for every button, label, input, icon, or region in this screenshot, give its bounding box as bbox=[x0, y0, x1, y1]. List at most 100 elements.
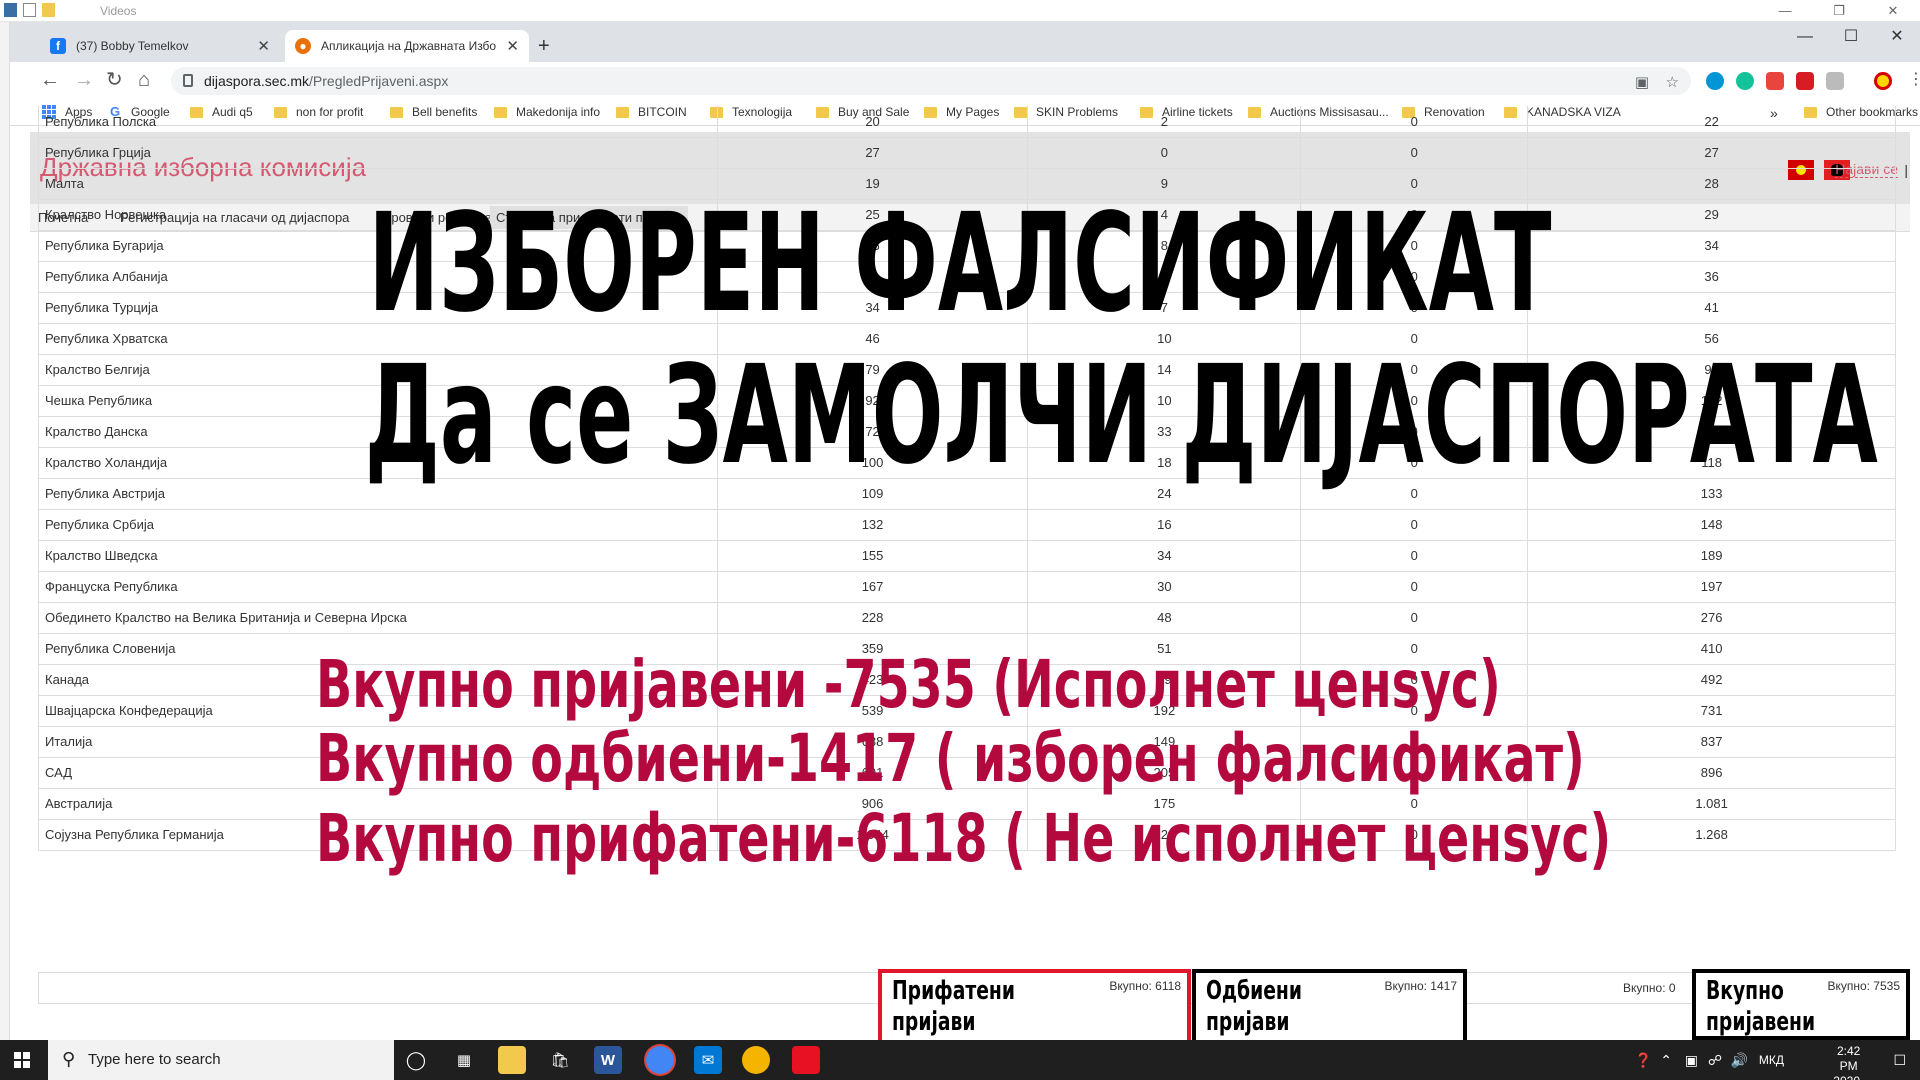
count-cell: 27 bbox=[717, 137, 1029, 169]
properties-icon[interactable] bbox=[23, 3, 36, 17]
minimize-icon[interactable]: — bbox=[1782, 22, 1828, 52]
count-cell: 2 bbox=[1027, 106, 1302, 138]
tab-bar: f (37) Bobby Temelkov ✕ ● Апликација на … bbox=[10, 22, 1920, 62]
table-row: Република Србија 132 16 0 148 bbox=[38, 509, 1896, 541]
translate-icon[interactable]: ▣ bbox=[1635, 73, 1649, 91]
close-tab-icon[interactable]: ✕ bbox=[506, 37, 519, 55]
explorer-sidebar-edge bbox=[0, 22, 10, 1040]
app-icon[interactable] bbox=[792, 1046, 820, 1074]
restore-icon[interactable]: ❐ bbox=[1812, 0, 1866, 22]
windows-taskbar: ⚲ Type here to search ◯ ▦ 🛍 W ✉ ❓ ⌃ ▣ ☍ … bbox=[0, 1040, 1920, 1080]
menu-dots-icon[interactable]: ⋮ bbox=[1908, 70, 1920, 90]
count-cell: 189 bbox=[1527, 540, 1896, 572]
close-icon[interactable]: ✕ bbox=[1866, 0, 1920, 22]
store-icon[interactable]: 🛍 bbox=[546, 1046, 574, 1074]
clock-date: 2020-03-13 bbox=[1833, 1074, 1864, 1080]
explorer-window-title: Videos bbox=[100, 4, 137, 18]
search-icon: ⚲ bbox=[62, 1049, 76, 1069]
search-placeholder: Type here to search bbox=[88, 1051, 221, 1068]
facebook-icon: f bbox=[50, 38, 66, 54]
count-cell: 0 bbox=[1300, 602, 1529, 634]
notifications-icon[interactable]: ☐ bbox=[1893, 1052, 1906, 1069]
mail-icon[interactable]: ✉ bbox=[694, 1046, 722, 1074]
lock-icon[interactable] bbox=[183, 74, 193, 87]
chrome-icon[interactable] bbox=[646, 1046, 674, 1074]
count-cell: 167 bbox=[717, 571, 1029, 603]
back-icon[interactable]: ← bbox=[40, 70, 60, 90]
country-cell: Република Грција bbox=[38, 137, 718, 169]
browser-window-controls: — ☐ ✕ bbox=[1782, 22, 1920, 52]
overlay-headline-1: ИЗБОРЕН ФАЛСИФИКАТ bbox=[368, 185, 1552, 343]
profile-avatar[interactable] bbox=[1874, 72, 1892, 90]
count-cell: 0 bbox=[1300, 137, 1529, 169]
cortana-icon[interactable]: ◯ bbox=[402, 1046, 430, 1074]
hp-extension-icon[interactable] bbox=[1706, 72, 1724, 90]
address-bar[interactable]: dijaspora.sec.mk/PregledPrijaveni.aspx ▣… bbox=[171, 67, 1691, 95]
home-icon[interactable]: ⌂ bbox=[138, 70, 150, 90]
extension-icon[interactable] bbox=[1766, 72, 1784, 90]
rejected-total-box: Одбиени пријави Вкупно: 1417 bbox=[1192, 969, 1467, 1045]
count-cell: 20 bbox=[717, 106, 1029, 138]
explorer-titlebar: Videos — ❐ ✕ bbox=[0, 0, 1920, 22]
rejected-box-label: Одбиени пријави bbox=[1206, 976, 1302, 1037]
count-cell: 0 bbox=[1300, 540, 1529, 572]
bookmark-star-icon[interactable]: ☆ bbox=[1666, 73, 1679, 91]
overlay-headline-2: Да се ЗАМОЛЧИ ДИЈАСПОРАТА bbox=[364, 337, 1878, 495]
tab-facebook[interactable]: f (37) Bobby Temelkov ✕ bbox=[40, 30, 280, 62]
network-icon[interactable]: ☍ bbox=[1708, 1052, 1722, 1069]
count-cell: 197 bbox=[1527, 571, 1896, 603]
accepted-box-total: Вкупно: 6118 bbox=[1109, 979, 1181, 993]
word-icon[interactable]: W bbox=[594, 1046, 622, 1074]
country-cell: Француска Република bbox=[38, 571, 718, 603]
overlay-line-rejected: Вкупно одбиени-1417 ( изборен фалсификат… bbox=[316, 720, 1585, 797]
tab-election-app[interactable]: ● Апликација на Државната Избо ✕ bbox=[285, 30, 529, 62]
table-row: Република Грција 27 0 0 27 bbox=[38, 137, 1896, 169]
url-text[interactable]: dijaspora.sec.mk/PregledPrijaveni.aspx bbox=[204, 73, 448, 89]
accepted-total-box: Прифатени пријави Вкупно: 6118 bbox=[878, 969, 1191, 1045]
country-cell: Република Полска bbox=[38, 106, 718, 138]
count-cell: 228 bbox=[717, 602, 1029, 634]
close-icon[interactable]: ✕ bbox=[1874, 22, 1920, 52]
taskbar-clock[interactable]: 2:42 PM 2020-03-13 bbox=[1833, 1044, 1864, 1080]
reload-icon[interactable]: ↻ bbox=[106, 70, 123, 90]
minimize-icon[interactable]: — bbox=[1758, 0, 1812, 22]
language-indicator[interactable]: МКД bbox=[1759, 1053, 1784, 1067]
forward-icon[interactable]: → bbox=[74, 70, 94, 90]
maximize-icon[interactable]: ☐ bbox=[1828, 22, 1874, 52]
overlay-line-registered: Вкупно пријавени -7535 (Исполнет ценѕус) bbox=[316, 646, 1501, 723]
close-tab-icon[interactable]: ✕ bbox=[257, 37, 270, 55]
shield-extension-icon[interactable] bbox=[1796, 72, 1814, 90]
count-cell: 30 bbox=[1027, 571, 1302, 603]
clock-time: 2:42 PM bbox=[1836, 1044, 1861, 1073]
photos-icon[interactable] bbox=[742, 1046, 770, 1074]
count-cell: 41 bbox=[1527, 292, 1896, 324]
display-icon[interactable]: ▣ bbox=[1685, 1052, 1698, 1069]
windows-start-icon[interactable] bbox=[14, 1052, 30, 1068]
extension-icon[interactable] bbox=[1826, 72, 1844, 90]
explorer-icon[interactable] bbox=[4, 3, 17, 17]
file-explorer-icon[interactable] bbox=[498, 1046, 526, 1074]
count-cell: 0 bbox=[1300, 106, 1529, 138]
registered-total-box: Вкупно пријавени Вкупно: 7535 bbox=[1692, 969, 1910, 1040]
country-cell: Обединето Кралство на Велика Британија и… bbox=[38, 602, 718, 634]
footer-pending-total: Вкупно: 0 bbox=[1623, 981, 1676, 995]
new-tab-icon[interactable]: + bbox=[538, 35, 550, 58]
registered-box-label: Вкупно пријавени bbox=[1706, 976, 1816, 1037]
tray-expand-icon[interactable]: ⌃ bbox=[1660, 1052, 1672, 1069]
taskbar-search[interactable]: ⚲ Type here to search bbox=[48, 1040, 394, 1080]
table-row: Република Полска 20 2 0 22 bbox=[38, 106, 1896, 138]
grammarly-icon[interactable] bbox=[1736, 72, 1754, 90]
volume-icon[interactable]: 🔊 bbox=[1731, 1052, 1748, 1069]
count-cell: 132 bbox=[717, 509, 1029, 541]
new-folder-icon[interactable] bbox=[42, 3, 55, 17]
rejected-box-total: Вкупно: 1417 bbox=[1384, 979, 1457, 993]
count-cell: 0 bbox=[1027, 137, 1302, 169]
browser-toolbar: ← → ↻ ⌂ dijaspora.sec.mk/PregledPrijaven… bbox=[10, 62, 1920, 100]
url-host: dijaspora.sec.mk bbox=[204, 73, 310, 89]
help-icon[interactable]: ❓ bbox=[1635, 1052, 1652, 1069]
count-cell: 410 bbox=[1527, 633, 1896, 665]
count-cell: 27 bbox=[1527, 137, 1896, 169]
url-path: /PregledPrijaveni.aspx bbox=[309, 73, 449, 89]
count-cell: 34 bbox=[1527, 230, 1896, 262]
task-view-icon[interactable]: ▦ bbox=[450, 1046, 478, 1074]
